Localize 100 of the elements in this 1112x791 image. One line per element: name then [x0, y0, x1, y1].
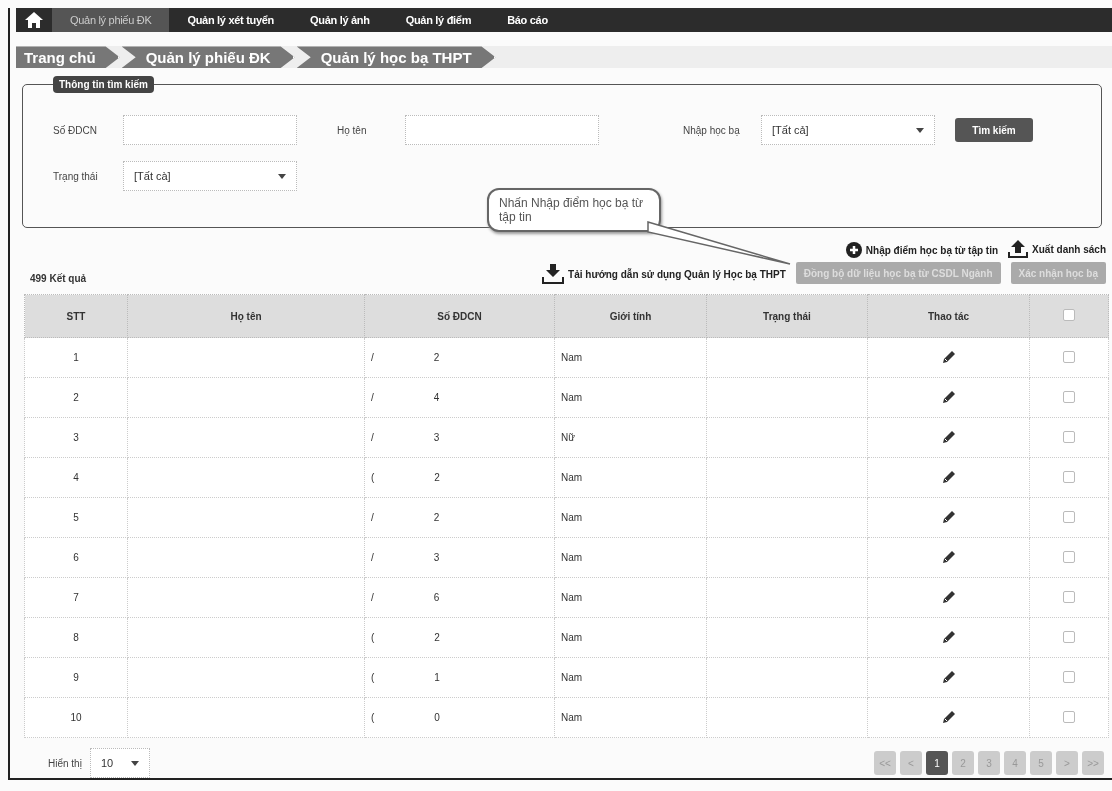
search-panel-title: Thông tin tìm kiếm — [53, 76, 154, 93]
table-cell: 3 — [24, 417, 128, 458]
page-button[interactable]: 1 — [926, 751, 948, 775]
row-checkbox[interactable] — [1063, 630, 1075, 643]
table-cell: 10 — [24, 697, 128, 738]
table-cell: 6 — [24, 537, 128, 578]
row-checkbox[interactable] — [1063, 430, 1075, 443]
pencil-icon[interactable] — [940, 548, 957, 565]
home-icon — [24, 11, 44, 30]
select-field[interactable]: [Tất cà] — [123, 161, 297, 191]
table-cell: Nam — [554, 337, 707, 378]
result-count: 499 Kết quả — [30, 273, 87, 284]
id-fragment: / — [371, 512, 374, 523]
export-link[interactable]: Xuất danh sách — [1008, 240, 1106, 258]
id-digit: 6 — [433, 592, 440, 603]
table-cell: Nam — [554, 537, 707, 578]
column-header: STT — [24, 294, 128, 338]
column-header: Giới tính — [554, 294, 707, 338]
id-digit: 2 — [433, 352, 440, 363]
callout-bubble: Nhấn Nhập điểm học bạ từ tập tin — [487, 188, 661, 232]
id-fragment: ( — [371, 672, 375, 683]
pencil-icon[interactable] — [940, 388, 957, 405]
column-header: Số ĐDCN — [364, 294, 555, 338]
id-digit: 3 — [433, 552, 440, 563]
page-size-label: Hiển thị — [48, 757, 82, 769]
page-size-select[interactable]: 10 — [89, 748, 150, 778]
upload-icon — [1008, 240, 1029, 258]
pencil-icon[interactable] — [940, 348, 957, 365]
field-label: Trạng thái — [53, 170, 99, 182]
pencil-icon[interactable] — [940, 468, 957, 485]
search-button[interactable]: Tìm kiếm — [955, 118, 1033, 142]
table-cell: 1 — [24, 337, 128, 378]
table-cell: Nam — [554, 657, 707, 698]
id-fragment: ( — [371, 712, 375, 723]
pencil-icon[interactable] — [940, 588, 957, 605]
breadcrumb-item[interactable]: Quản lý phiếu ĐK — [121, 46, 295, 68]
table-cell: Nam — [554, 697, 707, 738]
nav-item[interactable]: Quản lý ảnh — [292, 8, 388, 33]
id-digit: 4 — [433, 392, 440, 403]
table-cell: Nữ — [554, 417, 707, 458]
row-checkbox[interactable] — [1063, 670, 1075, 683]
table-cell: 5 — [24, 497, 128, 538]
select-field[interactable]: [Tất cả] — [761, 115, 935, 145]
nav-item[interactable]: Báo cáo — [489, 8, 566, 33]
table-cell: Nam — [554, 617, 707, 658]
id-fragment: / — [371, 392, 374, 403]
row-checkbox[interactable] — [1063, 590, 1075, 603]
column-header: Thao tác — [867, 294, 1030, 338]
id-digit: 3 — [433, 432, 440, 443]
id-fragment: / — [371, 432, 374, 443]
caret-icon — [278, 173, 286, 179]
pencil-icon[interactable] — [940, 428, 957, 445]
field-label: Nhập học bạ — [683, 124, 741, 136]
plus-icon — [845, 242, 862, 258]
table-cell: Nam — [554, 457, 707, 498]
pencil-icon[interactable] — [940, 628, 957, 645]
table-cell: 9 — [24, 657, 128, 698]
breadcrumb-item[interactable]: Quản lý học bạ THPT — [296, 46, 496, 68]
table-cell: 7 — [24, 577, 128, 618]
table-cell: 8 — [24, 617, 128, 658]
table-cell: Nam — [554, 497, 707, 538]
id-fragment: / — [371, 352, 374, 363]
row-checkbox[interactable] — [1063, 350, 1075, 363]
id-digit: 1 — [434, 672, 440, 683]
nav-item[interactable]: Quản lý xét tuyển — [169, 8, 292, 33]
download-icon — [542, 264, 565, 284]
column-header: Họ tên — [127, 294, 365, 338]
id-digit: 0 — [434, 712, 440, 723]
id-digit: 2 — [433, 512, 440, 523]
id-digit: 2 — [434, 632, 440, 643]
field-label: Họ tên — [337, 124, 368, 136]
nav-item[interactable]: Quản lý điểm — [387, 8, 490, 33]
input-field[interactable] — [405, 115, 599, 145]
row-checkbox[interactable] — [1063, 390, 1075, 403]
id-digit: 2 — [434, 472, 440, 483]
id-fragment: / — [371, 592, 374, 603]
table-cell: Nam — [554, 377, 707, 418]
id-fragment: ( — [371, 632, 375, 643]
row-checkbox[interactable] — [1063, 550, 1075, 563]
table-cell: 2 — [24, 377, 128, 418]
pencil-icon[interactable] — [940, 508, 957, 525]
caret-icon — [916, 127, 924, 133]
table-cell: Nam — [554, 577, 707, 618]
row-checkbox[interactable] — [1063, 510, 1075, 523]
id-fragment: / — [371, 552, 374, 563]
pencil-icon[interactable] — [940, 708, 957, 725]
input-field[interactable] — [123, 115, 297, 145]
id-fragment: ( — [371, 472, 375, 483]
field-label: Số ĐDCN — [53, 124, 98, 136]
select-all-checkbox[interactable] — [1063, 309, 1075, 321]
import-link[interactable]: Nhập điểm học bạ từ tập tin — [845, 242, 999, 258]
download-guide-link[interactable]: Tải hướng dẫn sử dụng Quản lý Học bạ THPT — [542, 264, 786, 284]
pencil-icon[interactable] — [940, 668, 957, 685]
table-cell: 4 — [24, 457, 128, 498]
nav-item[interactable]: Quản lý phiếu ĐK — [52, 8, 170, 33]
breadcrumb-item[interactable]: Trang chủ — [16, 46, 120, 68]
row-checkbox[interactable] — [1063, 710, 1075, 723]
caret-icon — [130, 760, 139, 766]
row-checkbox[interactable] — [1063, 470, 1075, 483]
column-header: Trạng thái — [706, 294, 868, 338]
